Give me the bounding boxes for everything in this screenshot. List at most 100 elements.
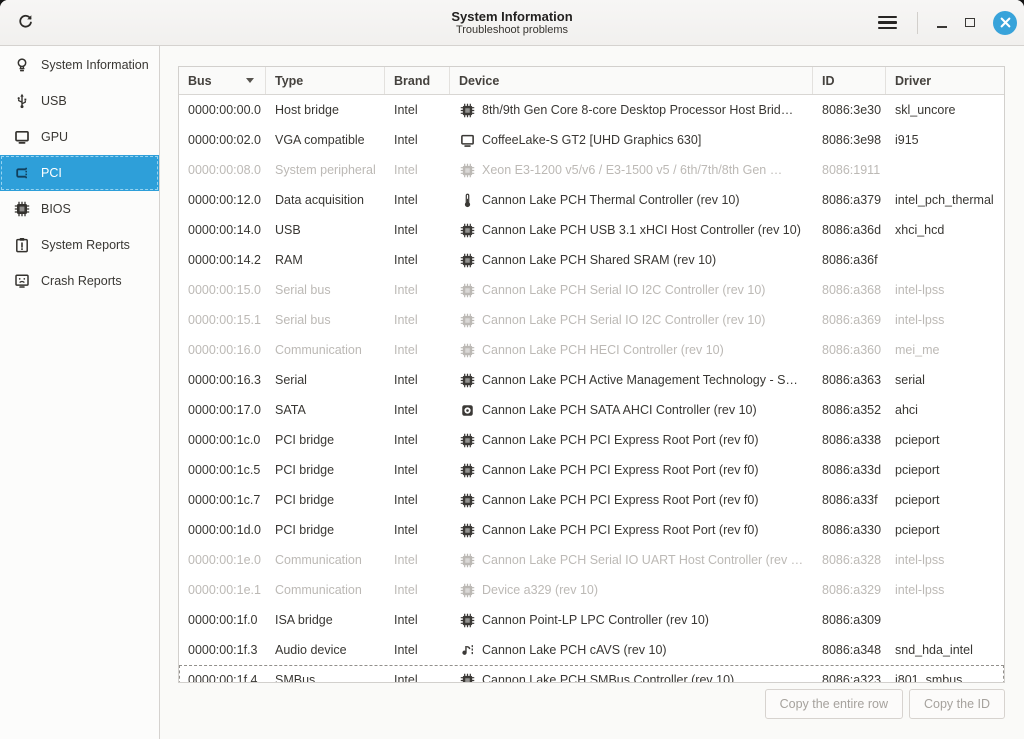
copy-id-button[interactable]: Copy the ID <box>909 689 1005 719</box>
column-header-device[interactable]: Device <box>450 67 813 94</box>
refresh-icon <box>17 14 34 31</box>
cell-driver: pcieport <box>886 425 1004 455</box>
sidebar-item-crash-reports[interactable]: Crash Reports <box>0 263 159 299</box>
cell-driver: pcieport <box>886 485 1004 515</box>
table-row[interactable]: 0000:00:12.0Data acquisitionIntelCannon … <box>179 185 1004 215</box>
table-row[interactable]: 0000:00:08.0System peripheralIntelXeon E… <box>179 155 1004 185</box>
cell-device: Cannon Lake PCH USB 3.1 xHCI Host Contro… <box>450 215 813 245</box>
sidebar-item-bios[interactable]: BIOS <box>0 191 159 227</box>
sidebar: System Information USBGPUPCI BIOS System Re… <box>0 46 160 739</box>
action-bar: Copy the entire row Copy the ID <box>178 689 1005 719</box>
hamburger-menu-button[interactable] <box>869 7 905 39</box>
device-name: Cannon Lake PCH SMBus Controller (rev 10… <box>482 673 734 683</box>
cell-device: Cannon Lake PCH Shared SRAM (rev 10) <box>450 245 813 275</box>
clipboard-alert-icon <box>13 237 30 254</box>
cell-id: 8086:a369 <box>813 305 886 335</box>
cell-type: PCI bridge <box>266 425 385 455</box>
cell-driver: skl_uncore <box>886 95 1004 125</box>
table-row[interactable]: 0000:00:1f.3Audio deviceIntelCannon Lake… <box>179 635 1004 665</box>
column-header-driver[interactable]: Driver <box>886 67 1004 94</box>
device-name: Cannon Lake PCH SATA AHCI Controller (re… <box>482 403 757 417</box>
display-icon <box>13 129 30 146</box>
sidebar-item-system-information[interactable]: System Information <box>0 47 159 83</box>
cell-driver: snd_hda_intel <box>886 635 1004 665</box>
copy-row-button[interactable]: Copy the entire row <box>765 689 903 719</box>
cell-bus: 0000:00:15.1 <box>179 305 266 335</box>
sidebar-item-pci[interactable]: PCI <box>0 155 159 191</box>
cell-driver: intel-lpss <box>886 545 1004 575</box>
chip-icon <box>459 282 475 298</box>
table-row[interactable]: 0000:00:16.3SerialIntelCannon Lake PCH A… <box>179 365 1004 395</box>
table-row[interactable]: 0000:00:1c.7PCI bridgeIntelCannon Lake P… <box>179 485 1004 515</box>
device-name: Cannon Point-LP LPC Controller (rev 10) <box>482 613 709 627</box>
device-name: Cannon Lake PCH PCI Express Root Port (r… <box>482 523 759 537</box>
audio-icon <box>459 642 475 658</box>
refresh-button[interactable] <box>9 7 41 39</box>
chip-icon <box>459 672 475 683</box>
table-row[interactable]: 0000:00:15.1Serial busIntelCannon Lake P… <box>179 305 1004 335</box>
sidebar-item-label: System Reports <box>41 238 130 252</box>
table-row[interactable]: 0000:00:1c.0PCI bridgeIntelCannon Lake P… <box>179 425 1004 455</box>
cell-id: 8086:a338 <box>813 425 886 455</box>
cell-id: 8086:a33f <box>813 485 886 515</box>
device-name: Cannon Lake PCH Serial IO UART Host Cont… <box>482 553 803 567</box>
column-header-bus[interactable]: Bus <box>179 67 266 94</box>
column-header-type[interactable]: Type <box>266 67 385 94</box>
table-row[interactable]: 0000:00:1d.0PCI bridgeIntelCannon Lake P… <box>179 515 1004 545</box>
cell-type: Communication <box>266 545 385 575</box>
sidebar-item-label: Crash Reports <box>41 274 122 288</box>
cell-driver <box>886 605 1004 635</box>
table-row[interactable]: 0000:00:1e.0CommunicationIntelCannon Lak… <box>179 545 1004 575</box>
table-row[interactable]: 0000:00:02.0VGA compatibleIntelCoffeeLak… <box>179 125 1004 155</box>
cell-device: Cannon Lake PCH SATA AHCI Controller (re… <box>450 395 813 425</box>
cell-brand: Intel <box>385 155 450 185</box>
cell-id: 8086:3e30 <box>813 95 886 125</box>
column-label: Brand <box>394 74 430 88</box>
sidebar-item-gpu[interactable]: GPU <box>0 119 159 155</box>
cell-device: Cannon Lake PCH SMBus Controller (rev 10… <box>450 665 813 683</box>
cell-brand: Intel <box>385 665 450 683</box>
cell-bus: 0000:00:1e.0 <box>179 545 266 575</box>
column-header-id[interactable]: ID <box>813 67 886 94</box>
device-name: Cannon Lake PCH PCI Express Root Port (r… <box>482 463 759 477</box>
close-button[interactable] <box>993 11 1017 35</box>
chip-icon <box>459 582 475 598</box>
cell-brand: Intel <box>385 335 450 365</box>
lightbulb-icon <box>13 57 30 74</box>
sidebar-item-label: BIOS <box>41 202 71 216</box>
sidebar-item-system-reports[interactable]: System Reports <box>0 227 159 263</box>
table-body: 0000:00:00.0Host bridgeIntel8th/9th Gen … <box>179 95 1004 683</box>
table-row[interactable]: 0000:00:15.0Serial busIntelCannon Lake P… <box>179 275 1004 305</box>
cell-brand: Intel <box>385 395 450 425</box>
table-row[interactable]: 0000:00:1f.0ISA bridgeIntelCannon Point-… <box>179 605 1004 635</box>
cell-bus: 0000:00:12.0 <box>179 185 266 215</box>
cell-device: 8th/9th Gen Core 8-core Desktop Processo… <box>450 95 813 125</box>
chip-icon <box>459 312 475 328</box>
table-row[interactable]: 0000:00:16.0CommunicationIntelCannon Lak… <box>179 335 1004 365</box>
device-name: Cannon Lake PCH PCI Express Root Port (r… <box>482 433 759 447</box>
minimize-icon <box>937 26 947 28</box>
cell-driver: mei_me <box>886 335 1004 365</box>
table-row[interactable]: 0000:00:14.0USBIntelCannon Lake PCH USB … <box>179 215 1004 245</box>
table-row[interactable]: 0000:00:17.0SATAIntelCannon Lake PCH SAT… <box>179 395 1004 425</box>
cell-device: Cannon Lake PCH Thermal Controller (rev … <box>450 185 813 215</box>
chip-icon <box>459 252 475 268</box>
cell-id: 8086:a33d <box>813 455 886 485</box>
table-row[interactable]: 0000:00:1c.5PCI bridgeIntelCannon Lake P… <box>179 455 1004 485</box>
sidebar-item-usb[interactable]: USB <box>0 83 159 119</box>
column-label: Bus <box>188 74 212 88</box>
sidebar-item-label: System Information <box>41 58 149 72</box>
table-row[interactable]: 0000:00:00.0Host bridgeIntel8th/9th Gen … <box>179 95 1004 125</box>
table-row[interactable]: 0000:00:1e.1CommunicationIntelDevice a32… <box>179 575 1004 605</box>
cell-device: Cannon Point-LP LPC Controller (rev 10) <box>450 605 813 635</box>
cell-device: CoffeeLake-S GT2 [UHD Graphics 630] <box>450 125 813 155</box>
table-row[interactable]: 0000:00:14.2RAMIntelCannon Lake PCH Shar… <box>179 245 1004 275</box>
cell-device: Cannon Lake PCH PCI Express Root Port (r… <box>450 485 813 515</box>
device-name: Cannon Lake PCH cAVS (rev 10) <box>482 643 667 657</box>
cell-brand: Intel <box>385 95 450 125</box>
column-header-brand[interactable]: Brand <box>385 67 450 94</box>
maximize-button[interactable] <box>956 9 984 37</box>
minimize-button[interactable] <box>928 9 956 37</box>
cell-bus: 0000:00:00.0 <box>179 95 266 125</box>
table-row[interactable]: 0000:00:1f.4SMBusIntelCannon Lake PCH SM… <box>179 665 1004 683</box>
